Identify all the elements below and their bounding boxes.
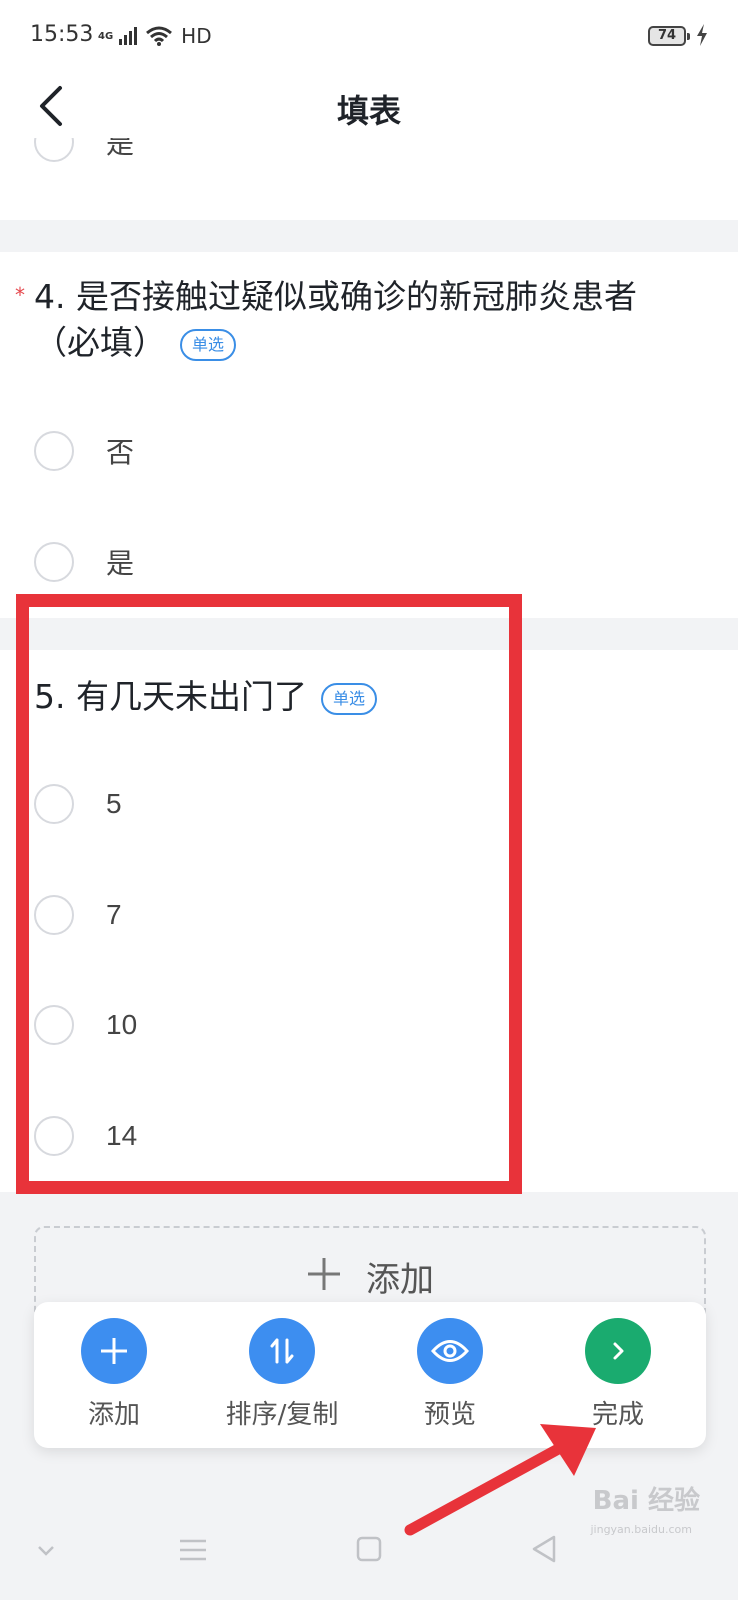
option-radio[interactable]: 5 — [34, 784, 122, 824]
single-choice-tag: 单选 — [320, 682, 377, 715]
toolbar-preview-button[interactable]: 预览 — [370, 1318, 530, 1431]
add-question-label: 添加 — [366, 1260, 434, 1300]
signal-icon — [119, 27, 138, 45]
toolbar-add-button[interactable]: 添加 — [34, 1318, 194, 1431]
page-title: 填表 — [336, 92, 401, 130]
radio-button[interactable] — [34, 784, 74, 824]
chevron-down-icon[interactable] — [36, 1544, 56, 1558]
option-radio[interactable]: 否 — [34, 431, 134, 471]
option-label: 是 — [106, 138, 135, 159]
option-label: 5 — [106, 788, 122, 819]
option-label: 7 — [106, 899, 122, 930]
sort-circle — [249, 1318, 315, 1384]
done-circle — [585, 1318, 651, 1384]
plus-icon — [101, 1338, 127, 1364]
radio-button[interactable] — [34, 1116, 74, 1156]
status-icons: 4G HD — [98, 24, 212, 48]
plus-icon — [308, 1258, 340, 1290]
required-mark: * — [15, 283, 25, 307]
eye-icon — [431, 1340, 469, 1362]
option-label: 10 — [106, 1009, 138, 1040]
single-choice-tag: 单选 — [180, 328, 237, 361]
question-5-title: 5. 有几天未出门了 单选 — [34, 674, 377, 720]
back-triangle-icon[interactable] — [530, 1534, 558, 1564]
watermark: Bai 经验 — [592, 1486, 700, 1516]
question-4-title: 4. 是否接触过疑似或确诊的新冠肺炎患者（必填） 单选 — [34, 274, 684, 366]
radio-button[interactable] — [34, 138, 74, 162]
sort-icon — [270, 1338, 294, 1364]
question-3-card: 是 — [0, 138, 738, 220]
toolbar-sort-copy-button[interactable]: 排序/复制 — [202, 1318, 362, 1431]
chevron-right-icon — [613, 1342, 624, 1360]
preview-circle — [417, 1318, 483, 1384]
bottom-toolbar: 添加 排序/复制 预览 完成 — [34, 1302, 706, 1448]
nav-bar: 填表 — [0, 74, 738, 138]
option-label: 是 — [106, 548, 135, 579]
watermark-url: jingyan.baidu.com — [590, 1523, 692, 1536]
radio-button[interactable] — [34, 1005, 74, 1045]
wifi-label: HD — [181, 24, 212, 48]
toolbar-label: 添加 — [87, 1400, 140, 1430]
charging-icon — [697, 24, 707, 46]
toolbar-done-button[interactable]: 完成 — [538, 1318, 698, 1431]
toolbar-label: 完成 — [591, 1400, 644, 1430]
question-title-text: 5. 有几天未出门了 — [34, 677, 307, 716]
option-radio[interactable]: 是 — [34, 138, 134, 162]
wifi-icon — [146, 26, 173, 46]
radio-button[interactable] — [34, 431, 74, 471]
option-label: 14 — [106, 1120, 138, 1151]
battery-indicator: 74 — [648, 26, 690, 46]
option-radio[interactable]: 10 — [34, 1005, 137, 1045]
menu-icon[interactable] — [178, 1538, 208, 1562]
question-title-text: 4. 是否接触过疑似或确诊的新冠肺炎患者（必填） — [34, 277, 637, 362]
toolbar-label: 排序/复制 — [225, 1400, 339, 1430]
radio-button[interactable] — [34, 895, 74, 935]
option-label: 否 — [106, 437, 135, 468]
add-circle — [81, 1318, 147, 1384]
network-type: 4G — [98, 30, 114, 42]
status-bar: 15:53 4G HD 74 — [0, 0, 738, 74]
option-radio[interactable]: 是 — [34, 542, 134, 582]
option-radio[interactable]: 7 — [34, 895, 122, 935]
radio-button[interactable] — [34, 542, 74, 582]
option-radio[interactable]: 14 — [34, 1116, 137, 1156]
status-time: 15:53 — [30, 22, 94, 47]
toolbar-label: 预览 — [423, 1400, 476, 1430]
home-icon[interactable] — [356, 1536, 382, 1562]
